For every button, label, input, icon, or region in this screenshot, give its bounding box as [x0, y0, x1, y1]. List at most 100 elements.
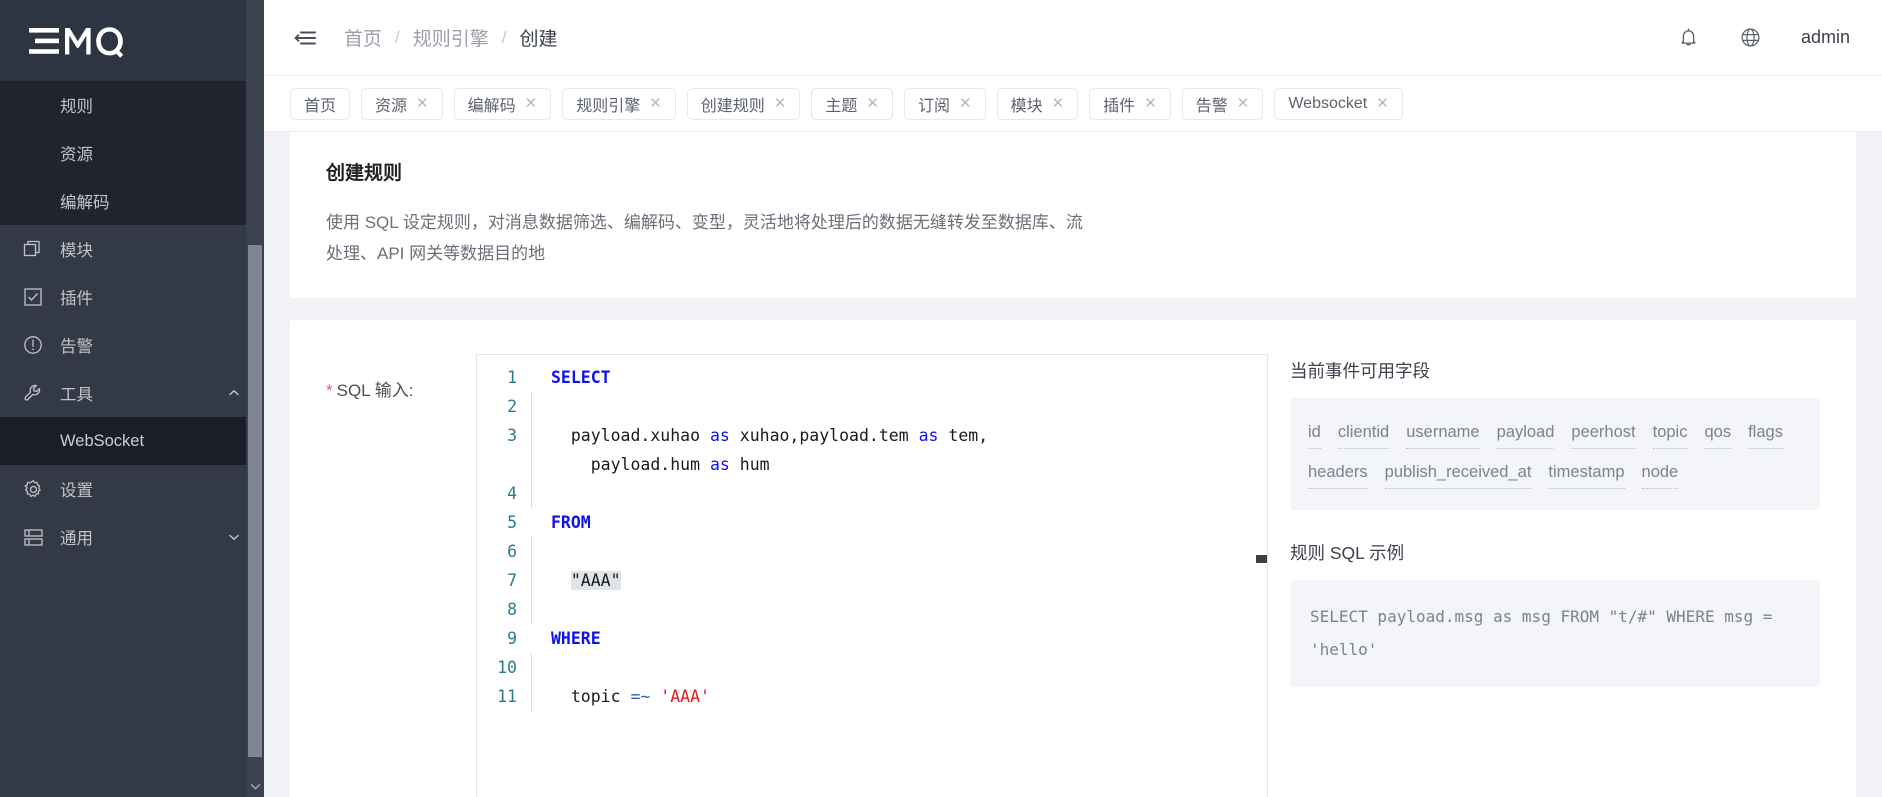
sidebar-item-codec[interactable]: 编解码	[0, 177, 264, 225]
tab-websocket[interactable]: Websocket ✕	[1274, 87, 1403, 120]
code-token: WHERE	[551, 628, 601, 648]
close-icon[interactable]: ✕	[416, 96, 429, 111]
sidebar-item-label: 插件	[60, 290, 93, 308]
tab-subscriptions[interactable]: 订阅 ✕	[903, 87, 986, 120]
code-line: 8	[477, 594, 1267, 624]
breadcrumb-separator: /	[501, 27, 507, 47]
tab-label: 订阅	[917, 97, 950, 115]
sidebar-item-modules[interactable]: 模块	[0, 225, 264, 273]
line-number: 10	[497, 657, 517, 677]
tab-label: 规则引擎	[576, 97, 641, 115]
close-icon[interactable]: ✕	[1237, 96, 1250, 111]
tab-plugins[interactable]: 插件 ✕	[1089, 87, 1171, 120]
field-tag[interactable]: headers	[1308, 456, 1368, 489]
field-tag[interactable]: id	[1308, 416, 1321, 449]
topbar-actions: admin	[1677, 26, 1850, 50]
field-tag[interactable]: node	[1641, 456, 1679, 489]
chevron-down-icon[interactable]	[228, 531, 240, 543]
close-icon[interactable]: ✕	[1144, 96, 1157, 111]
sidebar-item-tools[interactable]: 工具	[0, 369, 264, 417]
tab-rule-engine[interactable]: 规则引擎 ✕	[562, 87, 676, 120]
sidebar-item-resources[interactable]: 资源	[0, 129, 264, 177]
line-number: 3	[507, 425, 517, 445]
chevron-up-icon[interactable]	[228, 387, 240, 399]
close-icon[interactable]: ✕	[1052, 96, 1065, 111]
tab-codec[interactable]: 编解码 ✕	[453, 87, 552, 120]
code-token: =~	[630, 686, 651, 706]
line-number: 2	[507, 396, 517, 416]
modules-icon	[22, 238, 44, 260]
breadcrumb-item-home[interactable]: 首页	[344, 24, 382, 51]
close-icon[interactable]: ✕	[959, 96, 972, 111]
field-tag[interactable]: timestamp	[1548, 456, 1625, 489]
tab-alerts[interactable]: 告警 ✕	[1181, 87, 1264, 120]
code-line: 1 SELECT	[477, 363, 1267, 392]
field-tag[interactable]: peerhost	[1571, 416, 1636, 449]
field-tag[interactable]: qos	[1704, 416, 1732, 449]
tab-topics[interactable]: 主题 ✕	[811, 87, 893, 120]
sidebar-item-general[interactable]: 通用	[0, 513, 264, 561]
tab-label: 编解码	[467, 97, 516, 115]
tab-label: 主题	[825, 97, 858, 115]
tab-label: 首页	[304, 97, 337, 115]
sidebar-scroll-down-icon[interactable]	[246, 775, 264, 797]
tab-home[interactable]: 首页	[290, 87, 351, 120]
tab-resources[interactable]: 资源 ✕	[361, 87, 443, 120]
code-token: as	[709, 425, 730, 445]
breadcrumb: 首页 / 规则引擎 / 创建	[344, 24, 558, 51]
editor-scrollbar-thumb[interactable]	[1256, 554, 1267, 563]
code-token: xuhao,payload.tem	[729, 425, 919, 445]
field-tag[interactable]: payload	[1496, 416, 1555, 449]
plugins-check-icon	[22, 286, 44, 308]
field-tag[interactable]: username	[1406, 416, 1480, 449]
breadcrumb-item-rule-engine[interactable]: 规则引擎	[413, 24, 489, 51]
line-number: 7	[507, 570, 517, 590]
code-token: hum	[729, 454, 770, 474]
sql-example-box: SELECT payload.msg as msg FROM "t/#" WHE…	[1290, 579, 1820, 688]
code-token: as	[709, 454, 730, 474]
code-token: FROM	[551, 512, 591, 532]
bell-icon[interactable]	[1677, 26, 1701, 50]
sidebar-item-rules[interactable]: 规则	[0, 81, 264, 129]
sidebar-item-label: 模块	[60, 242, 93, 260]
user-menu[interactable]: admin	[1801, 27, 1850, 48]
sidebar-item-plugins[interactable]: 插件	[0, 273, 264, 321]
required-asterisk: *	[326, 380, 333, 400]
code-line: 4	[477, 478, 1267, 508]
sql-editor[interactable]: 1 SELECT 2 3 payload.xuhao as xuhao,paylo…	[476, 353, 1268, 797]
app-root: 规则 资源 编解码 模块 插件 告警 工具 WebSocket 设置 通用 首页…	[0, 0, 1882, 797]
sidebar-scrollbar[interactable]	[246, 0, 264, 797]
sql-editor-code[interactable]: 1 SELECT 2 3 payload.xuhao as xuhao,paylo…	[477, 355, 1267, 711]
wrench-icon	[22, 382, 44, 404]
globe-icon[interactable]	[1739, 26, 1763, 50]
close-icon[interactable]: ✕	[525, 96, 538, 111]
page-title: 创建规则	[326, 163, 403, 184]
close-icon[interactable]: ✕	[649, 96, 662, 111]
breadcrumb-item-create: 创建	[519, 29, 558, 50]
main-area: 首页 / 规则引擎 / 创建 admin 首页 资源 ✕ 编解码 ✕ 规则引擎 …	[264, 0, 1882, 797]
field-tag[interactable]: flags	[1748, 416, 1783, 449]
close-icon[interactable]: ✕	[1376, 96, 1389, 111]
field-tag[interactable]: topic	[1652, 416, 1688, 449]
gear-icon	[22, 478, 44, 500]
code-token: topic	[551, 686, 631, 706]
sql-example-code: SELECT payload.msg as msg FROM "t/#" WHE…	[1310, 606, 1773, 660]
intro-card: 创建规则 使用 SQL 设定规则，对消息数据筛选、编解码、变型，灵活地将处理后的…	[290, 132, 1856, 298]
field-tag[interactable]: publish_received_at	[1384, 456, 1532, 489]
sidebar-item-websocket[interactable]: WebSocket	[0, 417, 264, 465]
tab-create-rule[interactable]: 创建规则 ✕	[686, 87, 801, 120]
sidebar-item-label: 告警	[60, 338, 93, 356]
close-icon[interactable]: ✕	[774, 96, 787, 111]
sidebar-item-alerts[interactable]: 告警	[0, 321, 264, 369]
menu-collapse-icon[interactable]	[292, 25, 318, 51]
code-token: tem,	[938, 425, 989, 445]
sidebar-item-settings[interactable]: 设置	[0, 465, 264, 513]
tab-label: 资源	[375, 97, 408, 115]
sidebar-scrollbar-thumb[interactable]	[248, 245, 262, 757]
field-tag[interactable]: clientid	[1337, 416, 1390, 449]
brand-logo[interactable]	[0, 0, 264, 81]
tab-modules[interactable]: 模块 ✕	[996, 87, 1079, 120]
sidebar-item-label: 设置	[60, 482, 93, 500]
line-number: 11	[497, 686, 517, 706]
close-icon[interactable]: ✕	[866, 96, 879, 111]
